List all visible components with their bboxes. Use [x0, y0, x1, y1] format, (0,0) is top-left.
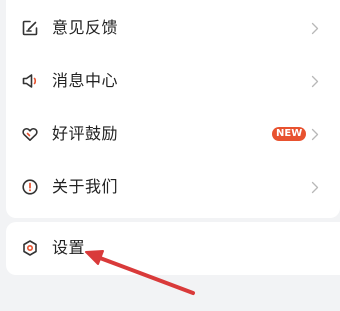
info-icon [22, 179, 38, 195]
menu-item-rate[interactable]: 好评鼓励 NEW [6, 108, 340, 161]
menu-item-label: 意见反馈 [52, 18, 119, 37]
settings-icon [23, 240, 37, 256]
heart-icon [22, 127, 38, 141]
chevron-right-icon [311, 181, 319, 194]
menu-item-label: 消息中心 [52, 71, 119, 90]
settings-label: 设置 [52, 238, 86, 257]
menu-item-settings[interactable]: 设置 [6, 222, 340, 275]
new-badge: NEW [272, 127, 307, 141]
menu-item-label: 关于我们 [52, 177, 119, 196]
chevron-right-icon [311, 22, 319, 35]
feedback-icon [22, 20, 38, 36]
chevron-right-icon [311, 75, 319, 88]
menu-item-messages[interactable]: 消息中心 [6, 55, 340, 108]
menu-item-about[interactable]: 关于我们 [6, 161, 340, 214]
menu-card: 意见反馈 消息中心 好评鼓励 NEW 关于我们 [6, 0, 340, 218]
speaker-icon [22, 74, 37, 88]
settings-card: 设置 [6, 222, 340, 275]
menu-item-feedback[interactable]: 意见反馈 [6, 2, 340, 55]
chevron-right-icon [311, 128, 319, 141]
menu-item-label: 好评鼓励 [52, 124, 119, 143]
